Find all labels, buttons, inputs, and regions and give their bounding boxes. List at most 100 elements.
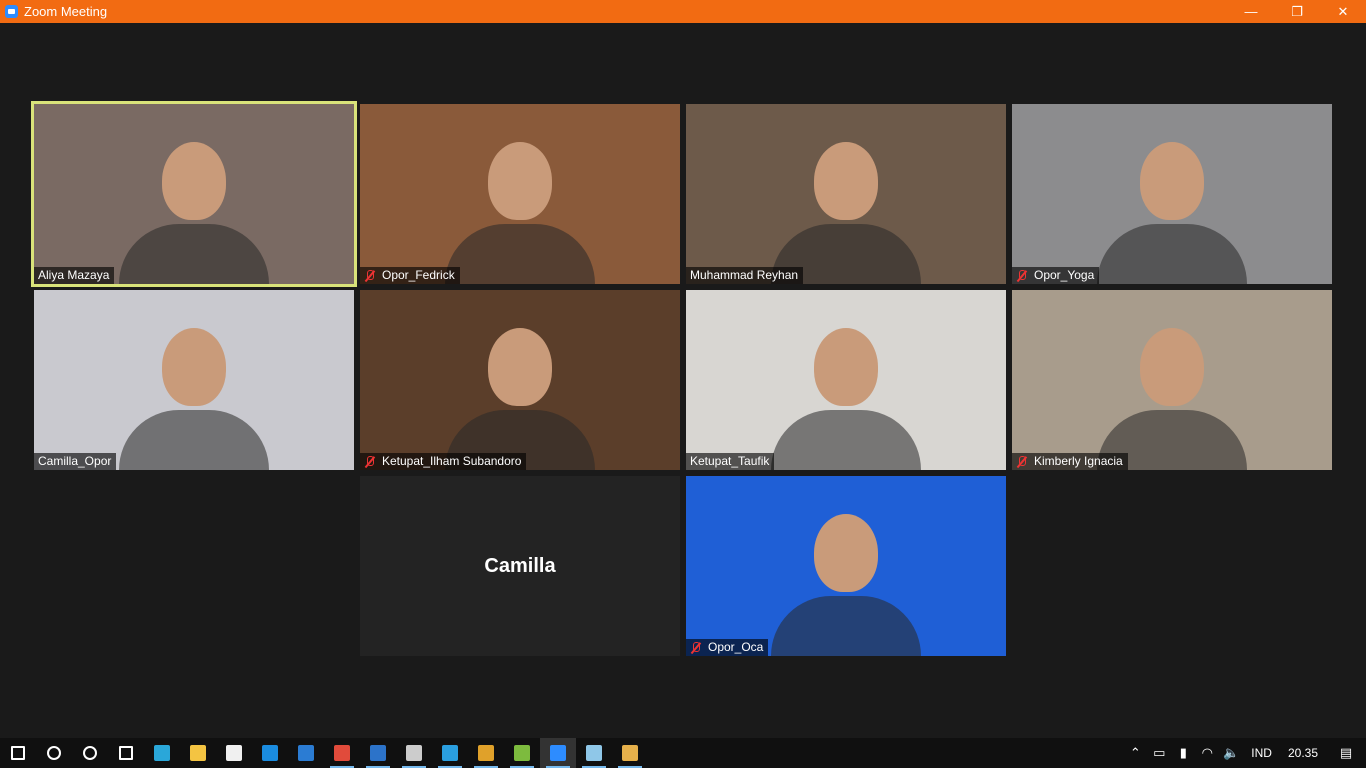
participant-name-tag: Aliya Mazaya bbox=[34, 267, 115, 284]
participant-video bbox=[686, 290, 1006, 470]
search-icon bbox=[47, 746, 61, 760]
participant-video bbox=[360, 104, 680, 284]
taskbar-photos-button[interactable] bbox=[360, 738, 396, 768]
taskbar-notepad-button[interactable] bbox=[576, 738, 612, 768]
microphone-muted-icon bbox=[1016, 455, 1028, 468]
edge-icon bbox=[154, 745, 170, 761]
chevron-up-icon[interactable]: ⌃ bbox=[1123, 738, 1147, 768]
android-icon bbox=[514, 745, 530, 761]
participant-name: Muhammad Reyhan bbox=[690, 268, 799, 282]
participant-name: Opor_Oca bbox=[708, 640, 764, 654]
taskbar-task-view-button[interactable] bbox=[108, 738, 144, 768]
participant-tile[interactable]: Ketupat_Taufik bbox=[686, 290, 1006, 470]
microphone-muted-icon bbox=[690, 641, 702, 654]
task-view-icon bbox=[119, 746, 133, 760]
participant-video bbox=[34, 290, 354, 470]
participant-video bbox=[360, 290, 680, 470]
participant-display-name: Camilla bbox=[484, 554, 556, 577]
participant-tile[interactable]: Ketupat_Ilham Subandoro bbox=[360, 290, 680, 470]
microphone-muted-icon bbox=[364, 455, 376, 468]
participant-video bbox=[1012, 104, 1332, 284]
zoom-icon bbox=[550, 745, 566, 761]
taskbar-search-button[interactable] bbox=[36, 738, 72, 768]
window-title: Zoom Meeting bbox=[24, 4, 108, 19]
language-indicator[interactable]: IND bbox=[1243, 746, 1280, 760]
person-avatar bbox=[814, 142, 878, 220]
participant-tile[interactable]: Camilla bbox=[360, 476, 680, 656]
taskbar-start-button[interactable] bbox=[0, 738, 36, 768]
participant-name: Aliya Mazaya bbox=[38, 268, 110, 282]
system-tray: ⌃ ▭ ▮ ◠ 🔈 IND 20.35 ▤ bbox=[1123, 738, 1366, 768]
mail-icon bbox=[262, 745, 278, 761]
microphone-muted-icon bbox=[1016, 269, 1028, 282]
wifi-icon[interactable]: ◠ bbox=[1195, 738, 1219, 768]
git-icon bbox=[478, 745, 494, 761]
person-avatar bbox=[488, 328, 552, 406]
minimize-button[interactable]: — bbox=[1228, 0, 1274, 23]
notifications-icon[interactable]: ▤ bbox=[1326, 738, 1366, 768]
taskbar-store-button[interactable] bbox=[216, 738, 252, 768]
participant-name: Opor_Fedrick bbox=[382, 268, 455, 282]
person-body bbox=[1097, 224, 1247, 284]
close-button[interactable]: ✕ bbox=[1320, 0, 1366, 23]
meet-now-icon[interactable]: ▭ bbox=[1147, 738, 1171, 768]
participant-name: Camilla_Opor bbox=[38, 454, 112, 468]
person-avatar bbox=[814, 328, 878, 406]
participant-video bbox=[686, 476, 1006, 656]
paint-icon bbox=[622, 745, 638, 761]
participant-name: Ketupat_Taufik bbox=[690, 454, 770, 468]
participant-name-tag: Opor_Oca bbox=[686, 639, 769, 656]
person-body bbox=[445, 224, 595, 284]
taskbar-word-button[interactable] bbox=[288, 738, 324, 768]
taskbar-git-button[interactable] bbox=[468, 738, 504, 768]
person-body bbox=[771, 410, 921, 470]
file-explorer-icon bbox=[190, 745, 206, 761]
zoom-app-icon bbox=[5, 5, 18, 18]
participant-name: Opor_Yoga bbox=[1034, 268, 1095, 282]
person-avatar bbox=[814, 514, 878, 592]
restore-button[interactable]: ❐ bbox=[1274, 0, 1320, 23]
taskbar-terminal-button[interactable] bbox=[396, 738, 432, 768]
participant-name: Kimberly Ignacia bbox=[1034, 454, 1123, 468]
participant-tile[interactable]: Opor_Fedrick bbox=[360, 104, 680, 284]
vscode-icon bbox=[442, 745, 458, 761]
microphone-muted-icon bbox=[364, 269, 376, 282]
participant-name-tag: Muhammad Reyhan bbox=[686, 267, 804, 284]
participant-video bbox=[34, 104, 354, 284]
participant-name: Ketupat_Ilham Subandoro bbox=[382, 454, 522, 468]
taskbar-mail-button[interactable] bbox=[252, 738, 288, 768]
volume-icon[interactable]: 🔈 bbox=[1219, 738, 1243, 768]
participant-tile[interactable]: Aliya Mazaya bbox=[31, 101, 357, 287]
participant-name-tag: Opor_Yoga bbox=[1012, 267, 1100, 284]
taskbar-apps bbox=[0, 738, 648, 768]
clock[interactable]: 20.35 bbox=[1280, 746, 1326, 760]
participant-tile[interactable]: Camilla_Opor bbox=[34, 290, 354, 470]
participant-tile[interactable]: Muhammad Reyhan bbox=[686, 104, 1006, 284]
photos-icon bbox=[370, 745, 386, 761]
participant-name-tag: Ketupat_Taufik bbox=[686, 453, 775, 470]
taskbar-paint-button[interactable] bbox=[612, 738, 648, 768]
taskbar-cortana-button[interactable] bbox=[72, 738, 108, 768]
taskbar-zoom-button[interactable] bbox=[540, 738, 576, 768]
person-avatar bbox=[162, 328, 226, 406]
battery-icon[interactable]: ▮ bbox=[1171, 738, 1195, 768]
person-avatar bbox=[162, 142, 226, 220]
participant-name-tag: Ketupat_Ilham Subandoro bbox=[360, 453, 527, 470]
word-icon bbox=[298, 745, 314, 761]
participant-name-tag: Camilla_Opor bbox=[34, 453, 117, 470]
window-controls: — ❐ ✕ bbox=[1228, 0, 1366, 23]
participant-tile[interactable]: Opor_Oca bbox=[686, 476, 1006, 656]
person-body bbox=[771, 596, 921, 656]
cortana-icon bbox=[83, 746, 97, 760]
taskbar-chrome-button[interactable] bbox=[324, 738, 360, 768]
participant-tile[interactable]: Kimberly Ignacia bbox=[1012, 290, 1332, 470]
chrome-icon bbox=[334, 745, 350, 761]
taskbar-vscode-button[interactable] bbox=[432, 738, 468, 768]
taskbar-file-explorer-button[interactable] bbox=[180, 738, 216, 768]
terminal-icon bbox=[406, 745, 422, 761]
participant-video bbox=[1012, 290, 1332, 470]
participant-tile[interactable]: Opor_Yoga bbox=[1012, 104, 1332, 284]
taskbar-edge-button[interactable] bbox=[144, 738, 180, 768]
taskbar-android-button[interactable] bbox=[504, 738, 540, 768]
person-body bbox=[119, 224, 269, 284]
